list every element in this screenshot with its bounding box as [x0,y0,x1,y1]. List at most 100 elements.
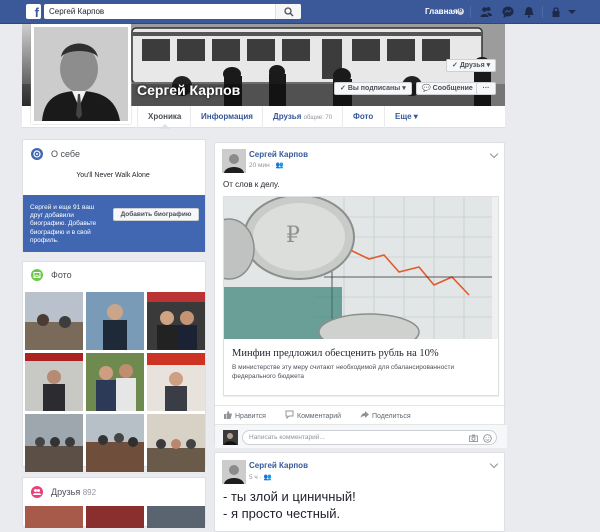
emoji-icon[interactable] [483,434,492,443]
bio-prompt-text: Сергей и еще 91 ваш друг добавили биогра… [30,204,97,244]
about-motto: You'll Never Walk Alone [76,172,150,179]
comment-composer: Написать комментарий... [215,424,507,448]
friends-title-label: Друзья [51,487,81,497]
share-icon [360,411,369,418]
caret-icon: ▾ [402,85,406,92]
friends-grid [25,506,205,528]
check-icon: ✓ [452,62,460,69]
divider [470,6,471,18]
home-badge: 6 [457,8,464,15]
friends-button-label: Друзья [459,62,485,69]
caret-icon: ▾ [486,62,491,69]
check-icon: ✓ [340,85,348,92]
tab-more-label: Еще [395,112,412,121]
camera-icon[interactable] [469,434,478,442]
photo-thumbnail[interactable] [86,353,144,411]
post-timestamp[interactable]: 20 мин · 👥 [249,161,284,169]
tab-friends-label: Друзья [273,112,302,121]
following-button[interactable]: ✓ Вы подписаны ▾ [334,82,412,95]
post-actions-bar: Нравится Комментарий Поделиться [215,405,507,423]
divider [542,6,543,18]
tab-about[interactable]: Информация [190,106,263,128]
messages-icon[interactable] [502,6,514,18]
notifications-icon[interactable] [523,6,535,18]
home-link[interactable]: Главная [425,7,458,16]
photo-thumbnail[interactable] [25,353,83,411]
post-time: 5 ч [249,474,258,481]
comment-button[interactable]: Комментарий [285,410,341,420]
photo-thumbnail[interactable] [147,353,205,411]
post-time: 20 мин [249,162,270,169]
photo-thumbnail[interactable] [25,414,83,472]
comment-label: Комментарий [297,413,342,420]
post-author-name[interactable]: Сергей Карпов [249,150,308,159]
privacy-icon[interactable] [550,6,562,18]
post-card: Сергей Карпов 5 ч · 👥 - ты злой и циничн… [214,452,505,532]
post-options-chevron-icon[interactable] [489,459,499,469]
post-timestamp[interactable]: 5 ч · 👥 [249,473,272,481]
photo-thumbnail[interactable] [147,414,205,472]
bio-prompt-panel: Сергей и еще 91 ваш друг добавили биогра… [23,195,205,252]
mutual-friends-count: общие: 70 [303,115,333,121]
photo-thumbnail[interactable] [86,414,144,472]
tab-friends[interactable]: Друзья общие: 70 [262,106,342,128]
audience-icon: 👥 [275,162,284,169]
caret-icon: ▾ [413,112,418,121]
profile-name[interactable]: Сергей Карпов [137,82,240,98]
post-author-avatar[interactable] [222,149,246,173]
photo-thumbnail[interactable] [86,292,144,350]
photos-title: Фото [51,270,72,280]
post-text-line: - ты злой и циничный! [223,489,356,504]
commenter-avatar [223,430,238,445]
share-label: Поделиться [372,413,411,420]
share-button[interactable]: Поделиться [360,410,411,420]
search-input[interactable] [44,4,274,19]
friends-count: 892 [82,488,97,497]
post-options-chevron-icon[interactable] [489,149,499,159]
friends-button[interactable]: ✓ Друзья ▾ [446,59,497,72]
post-text: От слов к делу. [223,180,280,189]
photos-icon [31,269,43,281]
comment-icon [285,410,294,419]
like-label: Нравится [235,413,266,420]
search-box [44,4,301,19]
tab-more[interactable]: Еще ▾ [384,106,428,128]
add-bio-button[interactable]: Добавить биографию [113,208,199,221]
svg-text:₽: ₽ [286,223,300,248]
link-preview-image: ₽ [224,197,498,339]
friend-thumbnail[interactable] [147,506,205,528]
message-icon: 💬 [422,85,433,92]
photo-thumbnail[interactable] [147,292,205,350]
post-author-name[interactable]: Сергей Карпов [249,461,308,470]
friends-card: Друзья 892 [22,477,206,528]
audience-icon: 👥 [263,474,272,481]
profile-picture[interactable] [31,24,131,124]
post-text-line: - я просто честный. [223,506,341,521]
link-description: В министерстве эту меру считают необходи… [232,364,455,380]
tab-photos[interactable]: Фото [342,106,383,128]
friend-thumbnail[interactable] [86,506,144,528]
facebook-logo[interactable]: f [26,4,41,19]
friends-section-icon [31,486,43,498]
about-card: О себе You'll Never Walk Alone Сергей и … [22,139,206,252]
friends-icon[interactable] [480,6,492,18]
tab-timeline[interactable]: Хроника [137,106,191,129]
like-icon [224,411,232,419]
message-button[interactable]: 💬 Сообщение [416,82,479,95]
profile-photo-image [34,27,128,121]
link-preview[interactable]: ₽ Минфин предложил обесценить рубль на 1… [223,196,499,396]
menu-icon[interactable] [566,6,578,18]
post-author-avatar[interactable] [222,460,246,484]
more-button[interactable]: ··· [476,82,496,95]
about-icon [31,148,43,160]
about-title: О себе [51,149,80,159]
top-navigation-bar: f Главная 6 [0,0,600,24]
photo-thumbnail[interactable] [25,292,83,350]
search-button[interactable] [275,4,301,19]
like-button[interactable]: Нравится [223,410,266,420]
friend-thumbnail[interactable] [25,506,83,528]
post-card: Сергей Карпов 20 мин · 👥 От слов к делу.… [214,142,507,448]
comment-input[interactable]: Написать комментарий... [242,430,497,445]
following-button-label: Вы подписаны [347,85,401,92]
link-title[interactable]: Минфин предложил обесценить рубль на 10% [232,348,439,359]
